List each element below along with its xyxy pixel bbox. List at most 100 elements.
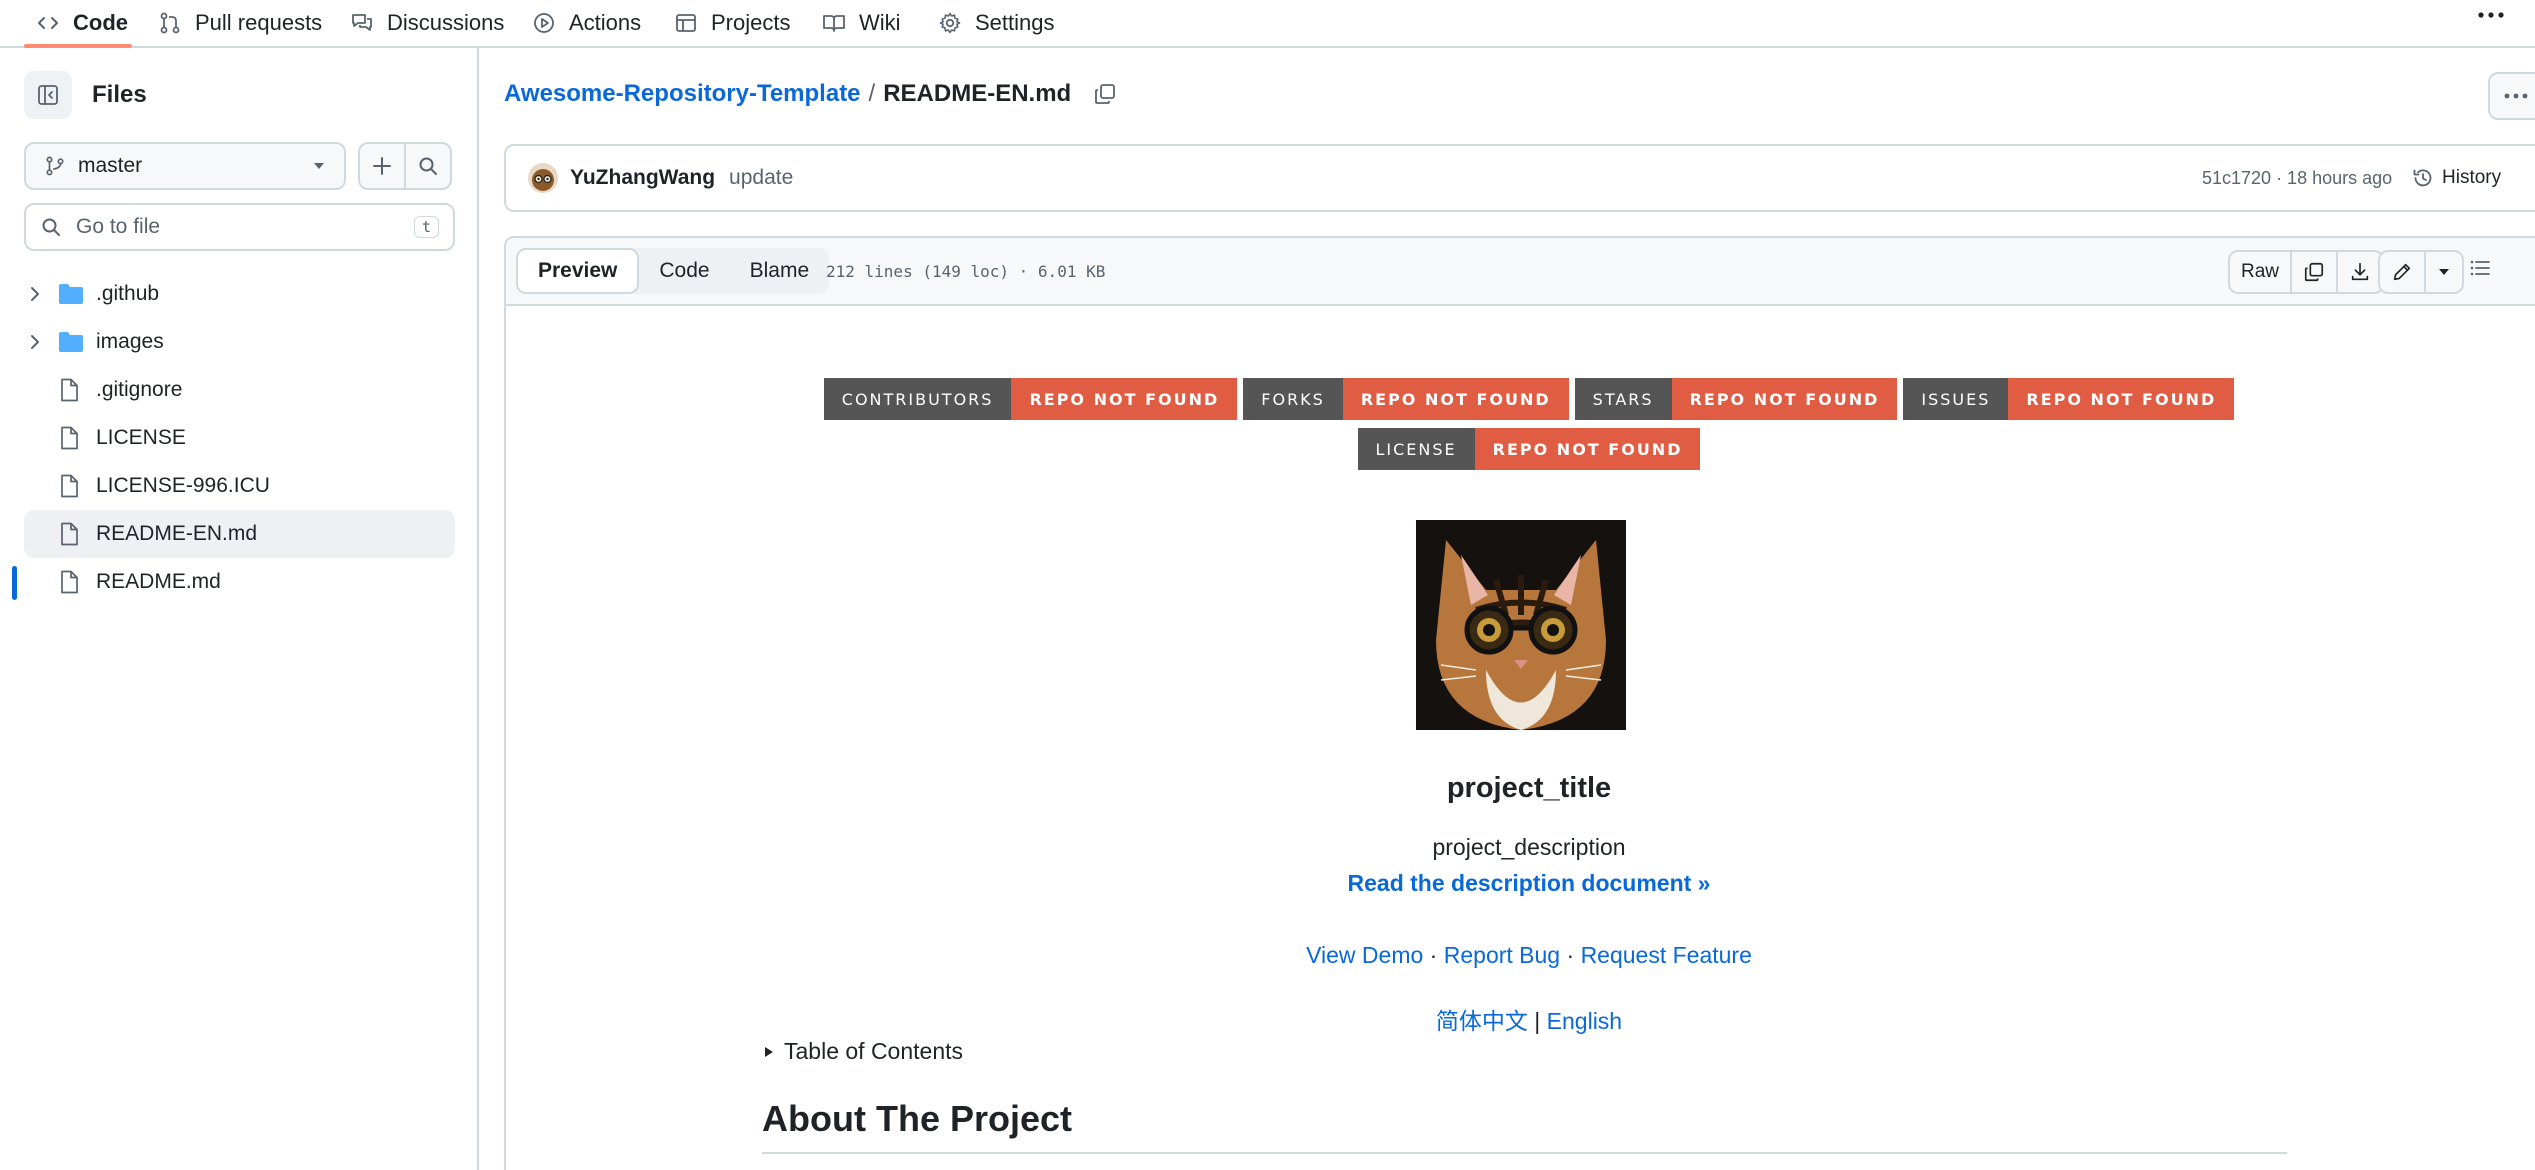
- badge-message: REPO NOT FOUND: [1342, 378, 1569, 420]
- file-icon: [58, 426, 80, 450]
- file-tree: .github images .gitignore LICENSE LICENS…: [0, 270, 479, 606]
- git-branch-icon: [44, 155, 66, 177]
- edit-dropdown-button[interactable]: [2426, 252, 2462, 292]
- play-icon: [532, 11, 556, 35]
- pencil-icon: [2391, 261, 2413, 283]
- edit-button[interactable]: [2380, 252, 2426, 292]
- tab-projects-label: Projects: [711, 10, 791, 35]
- badge-row: CONTRIBUTORS REPO NOT FOUND FORKS REPO N…: [823, 378, 2235, 420]
- badge-contributors[interactable]: CONTRIBUTORS REPO NOT FOUND: [823, 378, 1238, 420]
- selected-indicator: [12, 566, 17, 600]
- tab-actions-label: Actions: [569, 10, 642, 35]
- tab-code-view[interactable]: Code: [639, 248, 729, 294]
- go-to-file-input[interactable]: Go to file t: [24, 203, 455, 251]
- breadcrumb: Awesome-Repository-Template / README-EN.…: [504, 80, 1117, 108]
- project-description: project_description: [1432, 834, 1626, 860]
- badge-message: REPO NOT FOUND: [2008, 378, 2235, 420]
- outline-button[interactable]: [2468, 256, 2492, 280]
- search-icon: [40, 216, 62, 238]
- download-icon: [2349, 261, 2371, 283]
- shortcut-key: t: [413, 216, 439, 238]
- tab-projects[interactable]: Projects: [662, 0, 802, 46]
- copy-path-button[interactable]: [1093, 82, 1117, 106]
- file-viewer: Preview Code Blame 212 lines (149 loc) ·…: [504, 236, 2535, 1170]
- avatar[interactable]: [528, 163, 558, 193]
- tree-folder-images[interactable]: images: [0, 318, 479, 366]
- tab-preview[interactable]: Preview: [516, 248, 640, 294]
- chevron-right-icon[interactable]: [26, 333, 44, 351]
- branch-row: master: [24, 142, 452, 190]
- list-unordered-icon: [2468, 256, 2492, 280]
- tab-settings[interactable]: Settings: [926, 0, 1067, 46]
- tree-item-label: README-EN.md: [96, 522, 258, 545]
- tab-wiki[interactable]: Wiki: [810, 0, 913, 46]
- file-header: Preview Code Blame 212 lines (149 loc) ·…: [506, 238, 2535, 306]
- commit-author[interactable]: YuZhangWang: [570, 166, 715, 190]
- latest-commit-bar: YuZhangWang update 51c1720 · 18 hours ag…: [504, 144, 2535, 212]
- tab-blame[interactable]: Blame: [730, 248, 830, 294]
- history-icon: [2412, 167, 2434, 189]
- copy-icon: [1093, 82, 1117, 106]
- report-bug-link[interactable]: Report Bug: [1444, 942, 1560, 968]
- history-label: History: [2442, 167, 2502, 188]
- english-link[interactable]: English: [1547, 1008, 1622, 1034]
- tree-folder-github[interactable]: .github: [0, 270, 479, 318]
- view-demo-link[interactable]: View Demo: [1306, 942, 1423, 968]
- chinese-link[interactable]: 简体中文: [1436, 1008, 1528, 1034]
- branch-selector[interactable]: master: [24, 142, 346, 190]
- badge-stars[interactable]: STARS REPO NOT FOUND: [1574, 378, 1898, 420]
- tab-wiki-label: Wiki: [859, 10, 901, 35]
- tree-item-label: images: [96, 330, 164, 353]
- tree-file-readme[interactable]: README.md: [0, 558, 479, 606]
- badge-label: CONTRIBUTORS: [823, 378, 1012, 420]
- breadcrumb-repo-link[interactable]: Awesome-Repository-Template: [504, 80, 861, 108]
- tab-pull-requests[interactable]: Pull requests: [146, 0, 334, 46]
- tab-discussions[interactable]: Discussions: [338, 0, 516, 46]
- badge-forks[interactable]: FORKS REPO NOT FOUND: [1243, 378, 1569, 420]
- badge-message: REPO NOT FOUND: [1474, 428, 1701, 470]
- project-logo[interactable]: [1416, 520, 1626, 730]
- tab-discussions-label: Discussions: [387, 10, 505, 35]
- badge-issues[interactable]: ISSUES REPO NOT FOUND: [1903, 378, 2235, 420]
- triangle-right-icon: [762, 1045, 776, 1059]
- tab-actions[interactable]: Actions: [520, 0, 653, 46]
- request-feature-link[interactable]: Request Feature: [1581, 942, 1752, 968]
- sidebar-collapse-icon: [36, 83, 60, 107]
- tab-settings-label: Settings: [975, 10, 1055, 35]
- view-mode-tabs: Preview Code Blame: [516, 248, 830, 294]
- search-icon: [417, 155, 439, 177]
- file-info: 212 lines (149 loc) · 6.01 KB: [826, 262, 1106, 281]
- tree-file-gitignore[interactable]: .gitignore: [0, 366, 479, 414]
- download-button[interactable]: [2338, 252, 2382, 292]
- commit-message[interactable]: update: [729, 166, 793, 190]
- tree-item-label: LICENSE: [96, 426, 186, 449]
- tab-pull-requests-label: Pull requests: [195, 10, 323, 35]
- copy-raw-button[interactable]: [2292, 252, 2339, 292]
- tree-file-license-996[interactable]: LICENSE-996.ICU: [0, 462, 479, 510]
- lang-separator: |: [1527, 1008, 1547, 1034]
- book-icon: [822, 11, 846, 35]
- file-icon: [58, 522, 80, 546]
- file-more-options-button[interactable]: [2488, 72, 2535, 120]
- collapse-sidebar-button[interactable]: [24, 71, 72, 119]
- read-docs-link[interactable]: Read the description document »: [506, 870, 2535, 897]
- chevron-right-icon[interactable]: [26, 285, 44, 303]
- raw-button[interactable]: Raw: [2230, 252, 2293, 292]
- add-file-button[interactable]: [358, 142, 406, 190]
- file-icon: [58, 474, 80, 498]
- history-button[interactable]: History: [2412, 167, 2501, 189]
- files-title: Files: [92, 81, 147, 108]
- table-of-contents-toggle[interactable]: Table of Contents: [762, 1038, 963, 1065]
- badge-label: FORKS: [1243, 378, 1343, 420]
- project-title: project_title: [1446, 772, 1612, 804]
- commit-meta[interactable]: 51c1720 · 18 hours ago: [2202, 168, 2392, 189]
- tab-code[interactable]: Code: [24, 0, 140, 46]
- badge-license[interactable]: LICENSE REPO NOT FOUND: [1357, 428, 1701, 470]
- tree-item-label: README.md: [96, 570, 221, 593]
- nav-more-button[interactable]: [2477, 0, 2505, 30]
- branch-name: master: [78, 154, 143, 177]
- tree-file-readme-en[interactable]: README-EN.md: [24, 510, 455, 558]
- search-files-button[interactable]: [404, 142, 452, 190]
- tree-file-license[interactable]: LICENSE: [0, 414, 479, 462]
- file-sidebar: Files master Go to file t .github images: [0, 48, 479, 1170]
